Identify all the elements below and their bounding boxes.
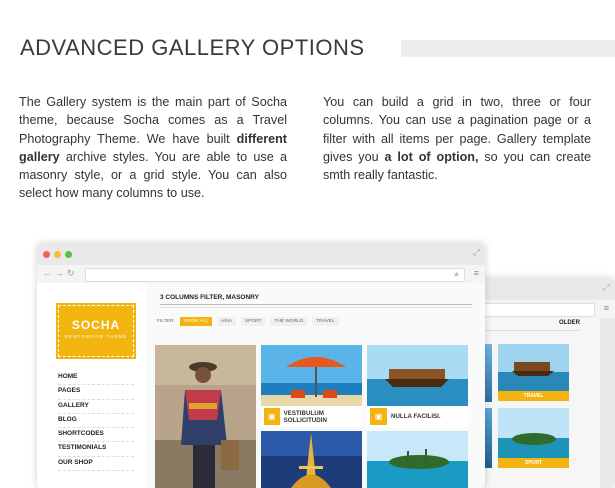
gallery-tile-travel[interactable]: TRAVEL: [498, 344, 569, 401]
reload-icon[interactable]: ↻: [67, 268, 78, 278]
gallery-tile-eiffel[interactable]: [261, 431, 362, 488]
caption-nulla: NULLA FACILISI.: [391, 413, 441, 420]
section-header: ADVANCED GALLERY OPTIONS: [20, 34, 365, 62]
older-link[interactable]: OLDER: [559, 320, 580, 326]
gallery-title: 3 COLUMNS FILTER, MASONRY: [160, 294, 259, 301]
menu-item-home[interactable]: HOME: [58, 371, 134, 386]
menu-item-testimonials[interactable]: TESTIMONIALS: [58, 442, 134, 457]
menu-item-pages[interactable]: PAGES: [58, 385, 134, 400]
minimize-window-button[interactable]: [54, 251, 61, 258]
back-titlebar: ⤢: [470, 278, 615, 300]
intro-right-bold: a lot of option,: [384, 149, 479, 164]
image-icon: ▣: [370, 408, 387, 425]
site-logo[interactable]: SOCHA RESPONSIVE THEME: [56, 303, 136, 359]
expand-icon[interactable]: ⤢: [603, 282, 610, 293]
logo-name: SOCHA: [71, 318, 121, 332]
caption-vestibulum: VESTIBULUM SOLLICITUDIN: [283, 409, 327, 424]
back-arrow-icon[interactable]: ←: [43, 268, 55, 278]
filter-asia[interactable]: ASIA: [217, 317, 236, 326]
close-window-button[interactable]: [43, 251, 50, 258]
back-address-bar: ≡: [470, 300, 615, 319]
back-url-field[interactable]: [474, 303, 595, 317]
caption-bar: ▣ VESTIBULUM SOLLICITUDIN: [261, 406, 362, 427]
site-menu: HOME PAGES GALLERY BLOG SHORTCODES TESTI…: [58, 371, 134, 472]
logo-tagline: RESPONSIVE THEME: [64, 334, 128, 339]
forward-arrow-icon[interactable]: →: [55, 268, 67, 278]
gallery-main: 3 COLUMNS FILTER, MASONRY FILTER: SHOW A…: [155, 283, 485, 488]
filter-the-world[interactable]: THE WORLD: [270, 317, 308, 326]
url-field[interactable]: ★: [85, 268, 465, 282]
menu-item-gallery[interactable]: GALLERY: [58, 400, 134, 414]
page-content: SOCHA RESPONSIVE THEME HOME PAGES GALLER…: [37, 283, 485, 488]
title-divider: [160, 304, 472, 308]
maximize-window-button[interactable]: [65, 251, 72, 258]
back-browser-window: ⤢ ≡ OLDER TRAVEL SPORT: [470, 278, 615, 488]
back-divider: [470, 330, 580, 331]
scrollbar[interactable]: [600, 318, 615, 488]
filter-label: FILTER:: [157, 319, 175, 324]
gallery-filter: FILTER: SHOW ALL ASIA SPORT THE WORLD TR…: [157, 317, 339, 326]
gallery-tile-woman[interactable]: [155, 345, 256, 488]
intro-right-column: You can build a grid in two, three or fo…: [323, 93, 591, 184]
gallery-tile-sport[interactable]: SPORT: [498, 408, 569, 468]
menu-item-our-shop[interactable]: OUR SHOP: [58, 457, 134, 472]
partial-photo-tile[interactable]: [484, 408, 492, 468]
intro-left-text-2: archive styles. You are able to use a ma…: [19, 149, 287, 201]
window-controls: [43, 251, 72, 258]
eiffel-photo: [261, 431, 362, 488]
partial-photo-tile[interactable]: [484, 344, 492, 402]
site-sidebar: SOCHA RESPONSIVE THEME HOME PAGES GALLER…: [37, 283, 147, 488]
header-accent-bar: [401, 40, 615, 57]
menu-icon[interactable]: ≡: [604, 303, 609, 313]
island-photo: [367, 431, 468, 488]
caption-bar: ▣ NULLA FACILISI.: [367, 406, 468, 427]
menu-item-blog[interactable]: BLOG: [58, 414, 134, 429]
star-icon[interactable]: ★: [453, 270, 460, 279]
expand-icon[interactable]: ⤢: [473, 247, 480, 258]
nav-arrows: ←→↻: [43, 268, 78, 279]
filter-show-all[interactable]: SHOW ALL: [179, 317, 213, 326]
filter-sport[interactable]: SPORT: [240, 317, 266, 326]
image-icon: ▣: [264, 408, 280, 425]
woman-photo: [155, 345, 256, 488]
menu-item-shortcodes[interactable]: SHORTCODES: [58, 428, 134, 443]
gallery-tile-houseboat[interactable]: ▣ NULLA FACILISI.: [367, 345, 468, 427]
caption-travel: TRAVEL: [498, 391, 569, 401]
intro-left-column: The Gallery system is the main part of S…: [19, 93, 287, 203]
front-titlebar: ⤢: [37, 243, 485, 265]
filter-travel[interactable]: TRAVEL: [312, 317, 339, 326]
page-title: ADVANCED GALLERY OPTIONS: [20, 35, 365, 60]
front-browser-window: ⤢ ←→↻ ★ ≡ SOCHA RESPONSIVE THEME HOME PA…: [37, 243, 485, 488]
menu-icon[interactable]: ≡: [474, 268, 479, 278]
gallery-tile-beach[interactable]: ▣ VESTIBULUM SOLLICITUDIN: [261, 345, 362, 427]
caption-sport: SPORT: [498, 458, 569, 468]
gallery-tile-island[interactable]: [367, 431, 468, 488]
front-address-bar: ←→↻ ★ ≡: [37, 265, 485, 284]
